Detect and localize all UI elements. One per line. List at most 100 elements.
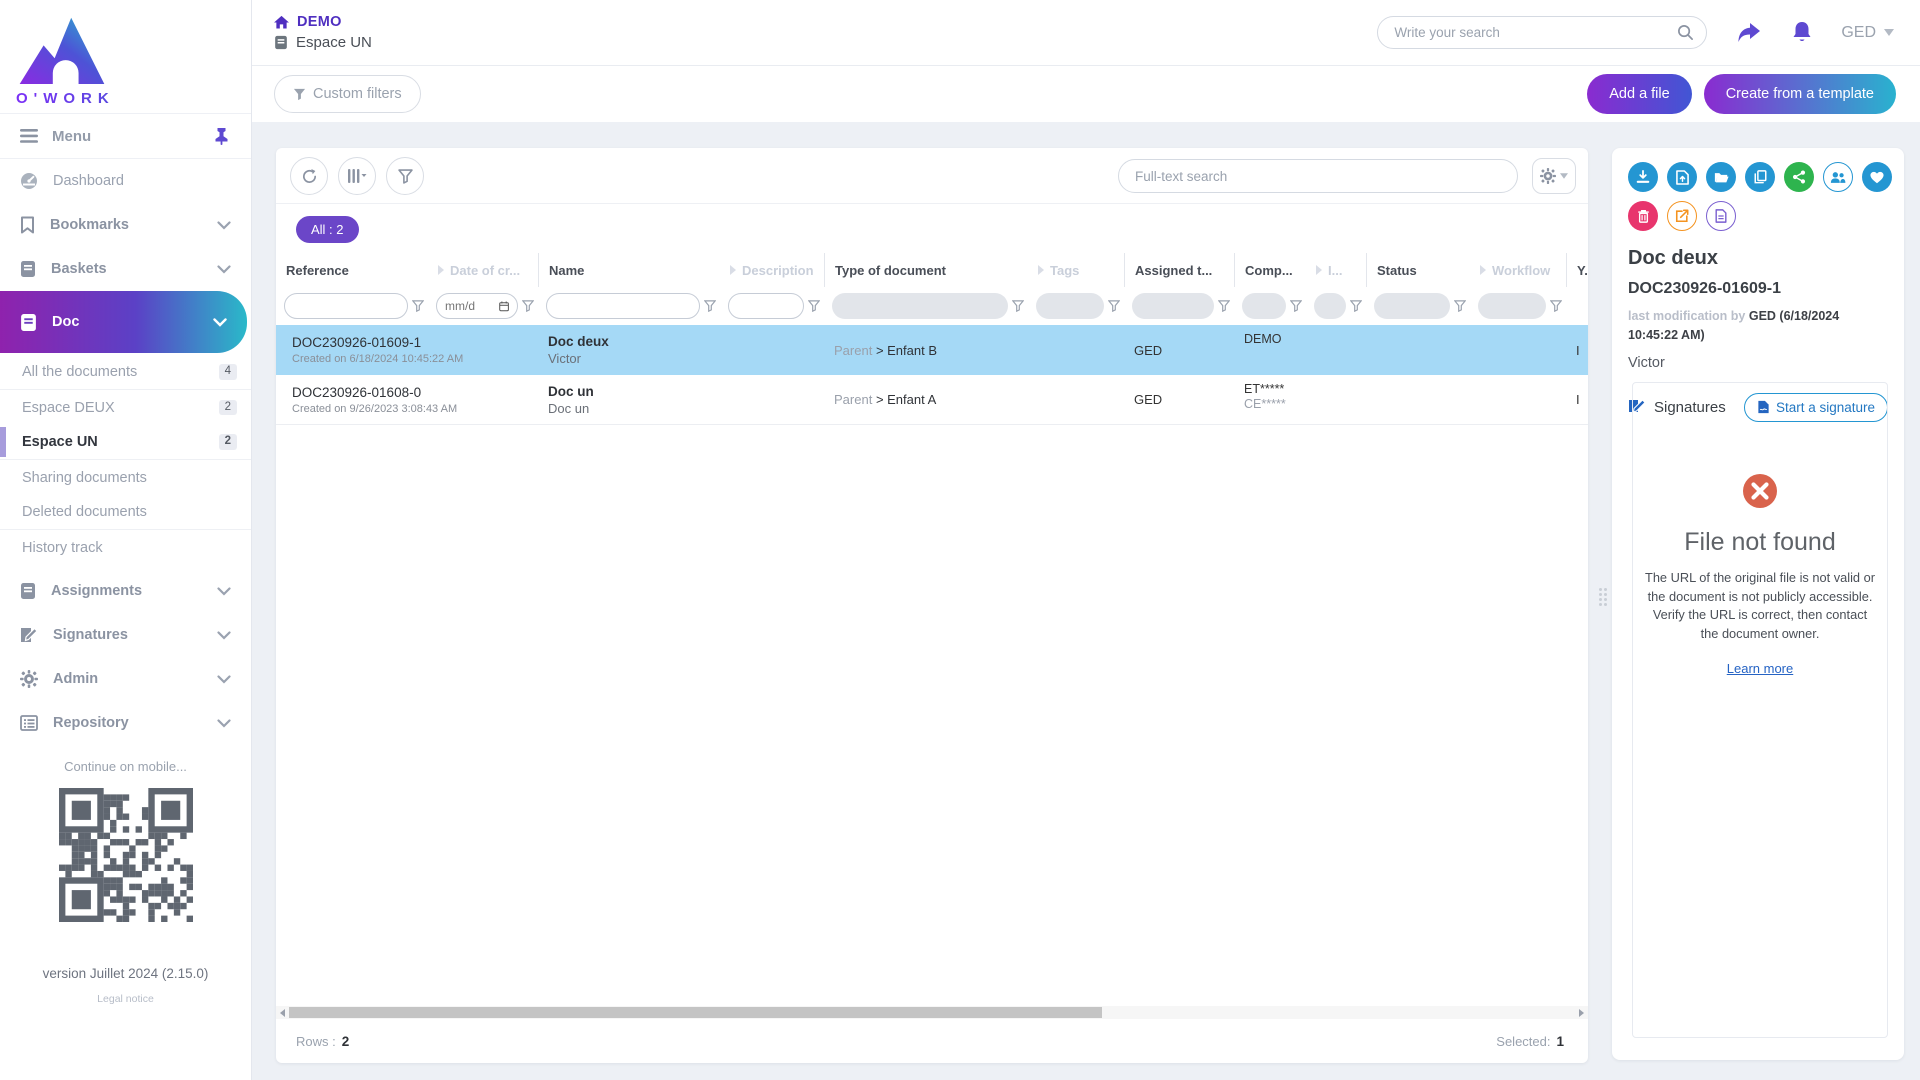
submenu-all-documents[interactable]: All the documents 4 xyxy=(0,355,251,390)
legal-notice-link[interactable]: Legal notice xyxy=(0,993,251,1005)
filter-name-input[interactable] xyxy=(555,299,691,313)
edit-button[interactable] xyxy=(1667,201,1697,231)
account-menu[interactable]: GED xyxy=(1841,24,1894,42)
book-icon xyxy=(20,260,36,278)
scrollbar-thumb[interactable] xyxy=(289,1007,1102,1018)
filter-funnel-icon[interactable] xyxy=(1108,300,1120,312)
trash-icon xyxy=(1637,209,1650,223)
column-header-type[interactable]: Type of document xyxy=(824,253,1028,287)
scroll-left-arrow[interactable] xyxy=(276,1009,289,1017)
column-header-tags[interactable]: Tags xyxy=(1028,253,1124,287)
signature-pen-icon xyxy=(20,626,38,644)
breadcrumb-space[interactable]: Espace UN xyxy=(296,34,372,51)
sidebar-item-admin[interactable]: Admin xyxy=(0,657,251,701)
submenu-deleted-documents[interactable]: Deleted documents xyxy=(0,495,251,530)
learn-more-link[interactable]: Learn more xyxy=(1727,661,1793,676)
horizontal-scrollbar[interactable] xyxy=(276,1006,1588,1019)
home-icon[interactable] xyxy=(274,15,289,29)
table-row[interactable]: DOC230926-01608-0 Created on 9/26/2023 3… xyxy=(276,375,1588,425)
gear-icon xyxy=(1540,168,1556,184)
filter-date-input[interactable] xyxy=(445,299,499,313)
calendar-icon[interactable] xyxy=(499,300,509,312)
add-file-button[interactable]: Add a file xyxy=(1587,74,1691,114)
sort-arrow-icon xyxy=(1480,265,1486,275)
share-button[interactable] xyxy=(1737,22,1761,44)
filter-funnel-icon[interactable] xyxy=(1290,300,1302,312)
panel-last-modification: last modification by GED (6/18/2024 10:4… xyxy=(1628,307,1888,346)
scroll-right-arrow[interactable] xyxy=(1575,1009,1588,1017)
sidebar-item-repository[interactable]: Repository xyxy=(0,701,251,745)
column-header-assigned[interactable]: Assigned t... xyxy=(1124,253,1234,287)
breadcrumb-root[interactable]: DEMO xyxy=(297,14,342,30)
notifications-button[interactable] xyxy=(1791,21,1813,44)
document-actions xyxy=(1628,162,1898,231)
open-folder-button[interactable] xyxy=(1706,162,1736,192)
filter-funnel-icon[interactable] xyxy=(704,300,716,312)
filter-funnel-icon[interactable] xyxy=(1454,300,1466,312)
pin-icon[interactable] xyxy=(214,128,229,145)
cell-type: Parent > Enfant B xyxy=(824,343,1028,358)
global-search xyxy=(1377,16,1707,49)
sidebar-item-dashboard[interactable]: Dashboard xyxy=(0,159,251,203)
refresh-button[interactable] xyxy=(290,157,328,195)
column-header-status[interactable]: Status xyxy=(1366,253,1470,287)
sidebar-item-baskets[interactable]: Baskets xyxy=(0,247,251,291)
filter-funnel-icon[interactable] xyxy=(1350,300,1362,312)
caret-down-icon xyxy=(1560,173,1568,179)
filter-reference-input[interactable] xyxy=(293,299,399,313)
filter-name xyxy=(546,293,700,319)
document-info-button[interactable] xyxy=(1706,201,1736,231)
doc-submenu: All the documents 4 Espace DEUX 2 Espace… xyxy=(0,353,251,569)
sidebar-item-assignments[interactable]: Assignments xyxy=(0,569,251,613)
column-header-workflow[interactable]: Workflow xyxy=(1470,253,1566,287)
document-created: Created on 9/26/2023 3:08:43 AM xyxy=(292,403,457,415)
column-header-clipped[interactable]: Y... xyxy=(1566,253,1588,287)
column-header-description[interactable]: Description xyxy=(720,253,824,287)
filter-funnel-icon[interactable] xyxy=(1012,300,1024,312)
sidebar-item-label: Admin xyxy=(53,671,202,687)
panel-drag-handle[interactable] xyxy=(1599,588,1607,606)
search-icon[interactable] xyxy=(1677,24,1694,41)
upload-version-button[interactable] xyxy=(1667,162,1697,192)
create-from-template-button[interactable]: Create from a template xyxy=(1704,74,1896,114)
submenu-espace-un[interactable]: Espace UN 2 xyxy=(0,425,251,460)
table-settings-button[interactable] xyxy=(1532,158,1576,194)
share-document-button[interactable] xyxy=(1784,162,1814,192)
columns-button[interactable] xyxy=(338,157,376,195)
sort-arrow-icon xyxy=(730,265,736,275)
panel-document-reference: DOC230926-01609-1 xyxy=(1628,280,1888,298)
submenu-history-track[interactable]: History track xyxy=(0,530,251,565)
sidebar-item-bookmarks[interactable]: Bookmarks xyxy=(0,203,251,247)
filter-button[interactable] xyxy=(386,157,424,195)
filter-funnel-icon[interactable] xyxy=(1218,300,1230,312)
filter-funnel-icon[interactable] xyxy=(522,300,534,312)
heart-icon xyxy=(1870,171,1884,184)
sidebar-item-doc[interactable]: Doc xyxy=(0,291,247,353)
column-header-company[interactable]: Comp... xyxy=(1234,253,1306,287)
favorite-button[interactable] xyxy=(1862,162,1892,192)
delete-button[interactable] xyxy=(1628,201,1658,231)
filter-funnel-icon[interactable] xyxy=(1550,300,1562,312)
column-header-reference[interactable]: Reference xyxy=(276,253,428,287)
fulltext-search-input[interactable] xyxy=(1135,169,1501,184)
column-header-date[interactable]: Date of cr... xyxy=(428,253,538,287)
column-header-i[interactable]: I... xyxy=(1306,253,1366,287)
sort-arrow-icon xyxy=(1038,265,1044,275)
custom-filters-button[interactable]: Custom filters xyxy=(274,75,421,113)
document-name-sub: Doc un xyxy=(548,401,720,416)
copy-button[interactable] xyxy=(1745,162,1775,192)
column-header-name[interactable]: Name xyxy=(538,253,720,287)
sidebar-item-signatures[interactable]: Signatures xyxy=(0,613,251,657)
filter-funnel-icon[interactable] xyxy=(808,300,820,312)
all-count-badge[interactable]: All : 2 xyxy=(296,216,359,243)
global-search-input[interactable] xyxy=(1394,25,1677,40)
table-row[interactable]: w DOC230926-01609-1 Created on 6/18/2024… xyxy=(276,325,1588,375)
download-button[interactable] xyxy=(1628,162,1658,192)
submenu-espace-deux[interactable]: Espace DEUX 2 xyxy=(0,390,251,425)
filter-funnel-icon[interactable] xyxy=(412,300,424,312)
submenu-sharing-documents[interactable]: Sharing documents xyxy=(0,460,251,495)
hamburger-icon[interactable] xyxy=(20,129,38,143)
manage-users-button[interactable] xyxy=(1823,162,1853,192)
filter-description-input[interactable] xyxy=(737,299,795,313)
filter-type-disabled xyxy=(832,293,1008,319)
